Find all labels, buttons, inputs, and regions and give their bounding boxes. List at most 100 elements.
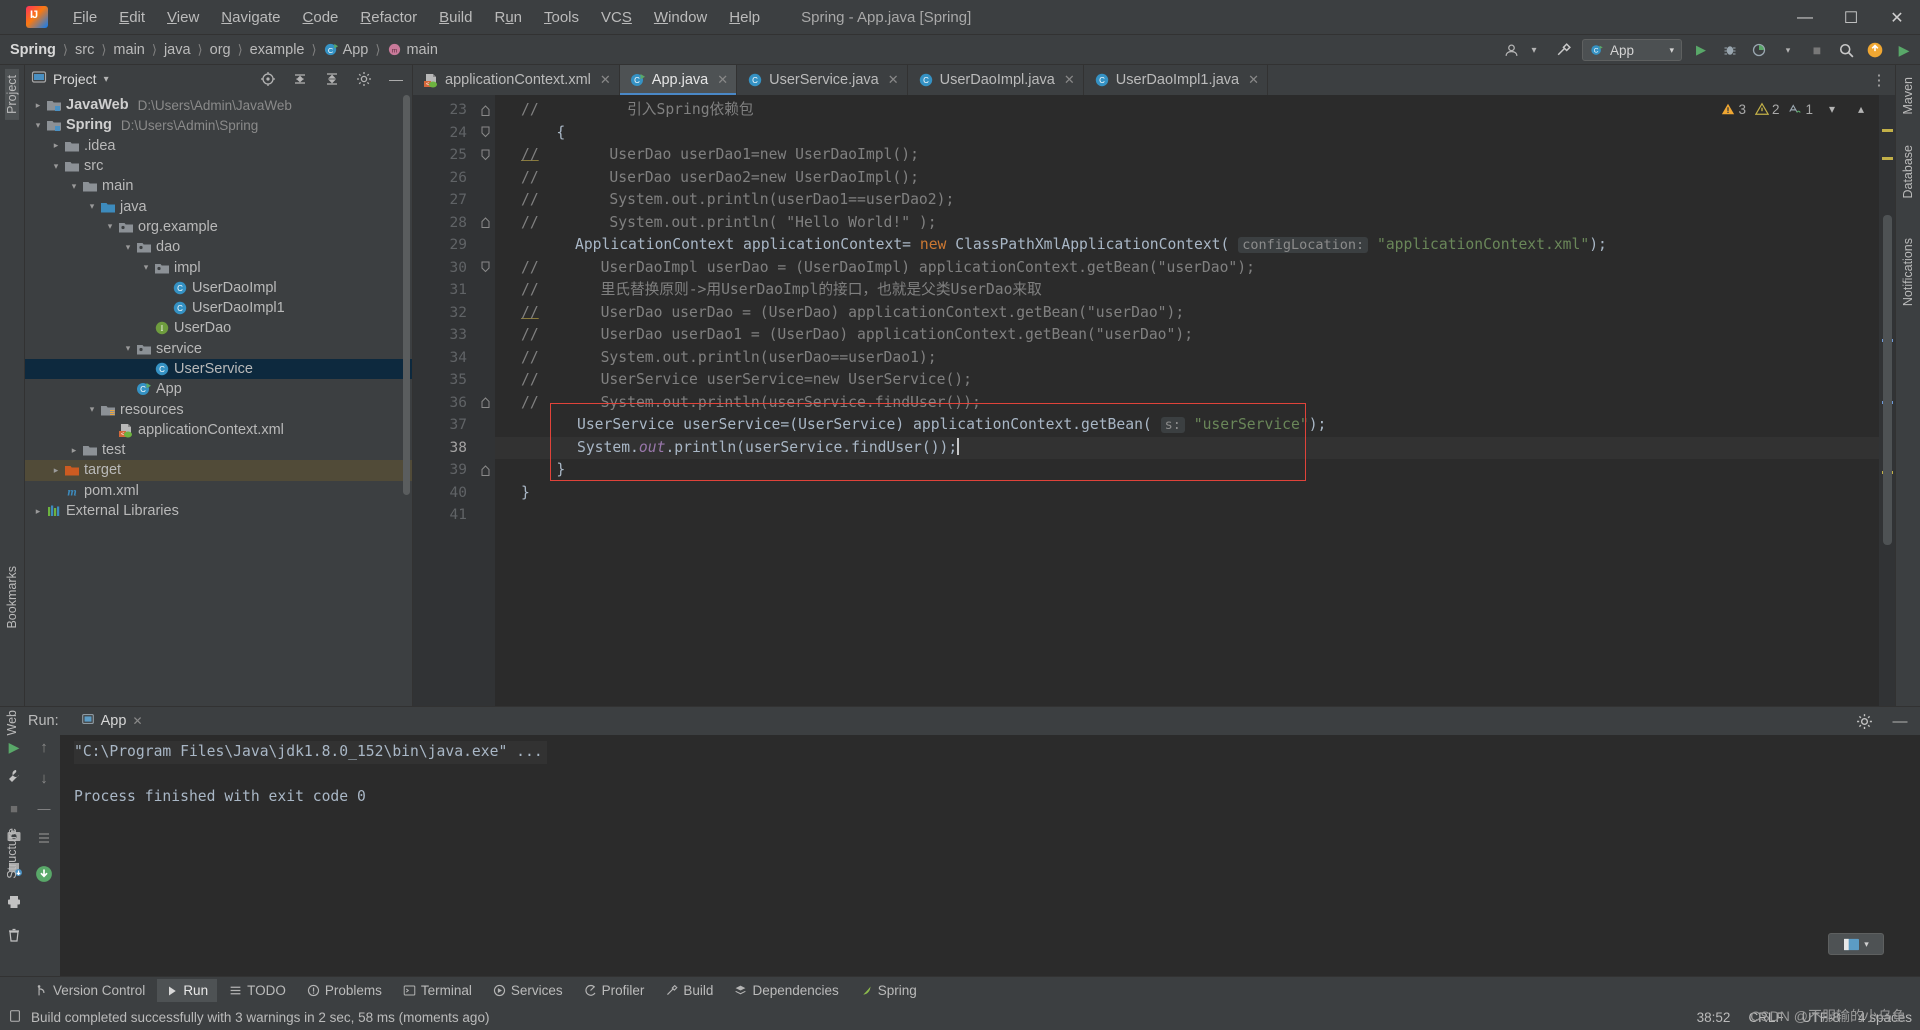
soft-wrap-icon[interactable]: —: [38, 801, 51, 816]
tree-node-resources[interactable]: ▾ resources: [25, 399, 412, 419]
more-run-options-icon[interactable]: ▾: [1778, 40, 1798, 60]
menu-window[interactable]: Window: [643, 5, 718, 30]
print-icon[interactable]: [6, 894, 22, 915]
code-line[interactable]: // UserDao userDao2=new UserDaoImpl();: [495, 167, 1895, 190]
bottom-tab-problems[interactable]: Problems: [298, 979, 391, 1002]
fold-marker-icon[interactable]: [475, 99, 495, 122]
editor-layout-button[interactable]: ▾: [1828, 933, 1884, 955]
sidebar-item-maven[interactable]: Maven: [1901, 71, 1915, 121]
code-line[interactable]: // 引入Spring依赖包: [495, 99, 1895, 122]
chevron-down-icon[interactable]: ▾: [103, 221, 117, 232]
code-line[interactable]: [495, 504, 1895, 527]
chevron-up-icon[interactable]: ▴: [1851, 99, 1871, 119]
sidebar-item-notifications[interactable]: Notifications: [1901, 232, 1915, 312]
code-line[interactable]: // UserDaoImpl userDao = (UserDaoImpl) a…: [495, 257, 1895, 280]
code-line[interactable]: // System.out.println(userService.findUs…: [495, 392, 1895, 415]
tree-node-java[interactable]: ▾ java: [25, 196, 412, 216]
settings-wrench-icon[interactable]: [6, 768, 22, 789]
trash-icon[interactable]: [6, 927, 22, 948]
fold-marker-icon[interactable]: [475, 257, 495, 280]
tree-node-service[interactable]: ▾ service: [25, 339, 412, 359]
breadcrumb-java[interactable]: java: [164, 42, 191, 58]
run-configuration-selector[interactable]: C App ▾: [1582, 39, 1682, 61]
code-line[interactable]: // UserService userService=new UserServi…: [495, 369, 1895, 392]
sidebar-item-database[interactable]: Database: [1901, 139, 1915, 205]
tree-node-impl[interactable]: ▾ impl: [25, 257, 412, 277]
chevron-down-icon[interactable]: ▾: [31, 120, 45, 131]
tree-node--idea[interactable]: ▸ .idea: [25, 136, 412, 156]
menu-view[interactable]: View: [156, 5, 210, 30]
console-output[interactable]: "C:\Program Files\Java\jdk1.8.0_152\bin\…: [60, 735, 1920, 976]
menu-tools[interactable]: Tools: [533, 5, 590, 30]
hammer-build-icon[interactable]: [1553, 40, 1573, 60]
code-line[interactable]: // System.out.println(userDao==userDao1)…: [495, 347, 1895, 370]
bottom-tab-services[interactable]: Services: [484, 979, 572, 1002]
code-line[interactable]: // UserDao userDao = (UserDao) applicati…: [495, 302, 1895, 325]
fold-marker-icon[interactable]: [475, 122, 495, 145]
expand-icon[interactable]: [36, 830, 52, 851]
chevron-down-icon[interactable]: ▾: [1524, 40, 1544, 60]
project-tree[interactable]: ▸ JavaWeb D:\Users\Admin\JavaWeb ▾ Spring D:\…: [25, 93, 412, 706]
fold-gutter[interactable]: [475, 95, 495, 706]
tree-node-src[interactable]: ▾ src: [25, 156, 412, 176]
close-tab-icon[interactable]: ✕: [717, 72, 728, 88]
fold-marker-icon[interactable]: [475, 392, 495, 415]
code-line[interactable]: // UserDao userDao1 = (UserDao) applicat…: [495, 324, 1895, 347]
editor-tab-userdaoimpl-java[interactable]: C UserDaoImpl.java ✕: [908, 65, 1084, 95]
project-tree-scrollbar[interactable]: [403, 95, 410, 495]
tree-node-pom-xml[interactable]: m pom.xml: [25, 481, 412, 501]
menu-run[interactable]: Run: [483, 5, 533, 30]
sidebar-item-bookmarks[interactable]: Bookmarks: [5, 560, 19, 635]
bottom-tab-run[interactable]: Run: [157, 979, 218, 1002]
fold-marker-icon[interactable]: [475, 144, 495, 167]
tree-node-userservice[interactable]: C UserService: [25, 358, 412, 380]
tree-node-javaweb[interactable]: ▸ JavaWeb D:\Users\Admin\JavaWeb: [25, 95, 412, 115]
code-line[interactable]: // System.out.println(userDao1==userDao2…: [495, 189, 1895, 212]
breadcrumb-app[interactable]: C App: [324, 42, 368, 58]
bottom-tab-build[interactable]: Build: [656, 979, 722, 1002]
breadcrumb-spring[interactable]: Spring: [10, 42, 56, 58]
stop-icon[interactable]: ■: [10, 801, 18, 816]
code-line[interactable]: // System.out.println( "Hello World!" );: [495, 212, 1895, 235]
search-icon[interactable]: [1836, 40, 1856, 60]
chevron-down-icon[interactable]: ▾: [139, 262, 153, 273]
updates-icon[interactable]: [1865, 40, 1885, 60]
run-coverage-icon[interactable]: [1749, 40, 1769, 60]
download-icon[interactable]: [35, 865, 53, 888]
tree-node-external-libraries[interactable]: ▸ External Libraries: [25, 501, 412, 521]
chevron-right-icon[interactable]: ▸: [49, 140, 63, 151]
weak-warning-count[interactable]: 2: [1754, 102, 1779, 117]
code-line[interactable]: }: [495, 459, 1895, 482]
breadcrumb-main[interactable]: main: [113, 42, 144, 58]
editor-tab-userservice-java[interactable]: C UserService.java ✕: [737, 65, 908, 95]
chevron-right-icon[interactable]: ▸: [31, 506, 45, 517]
chevron-down-icon[interactable]: ▾: [104, 74, 109, 85]
hide-panel-icon[interactable]: —: [386, 69, 406, 89]
code-line[interactable]: // UserDao userDao1=new UserDaoImpl();: [495, 144, 1895, 167]
chevron-down-icon[interactable]: ▾: [67, 181, 81, 192]
sidebar-item-structure[interactable]: Structure: [5, 822, 19, 885]
chevron-down-icon[interactable]: ▾: [85, 201, 99, 212]
editor-tab-userdaoimpl1-java[interactable]: C UserDaoImpl1.java ✕: [1084, 65, 1269, 95]
menu-build[interactable]: Build: [428, 5, 483, 30]
tree-node-main[interactable]: ▾ main: [25, 176, 412, 196]
close-icon[interactable]: ✕: [132, 714, 142, 728]
code-line[interactable]: }: [495, 482, 1895, 505]
close-tab-icon[interactable]: ✕: [888, 72, 899, 88]
scroll-up-icon[interactable]: ↑: [40, 739, 48, 756]
close-tab-icon[interactable]: ✕: [1064, 72, 1075, 88]
user-avatar-icon[interactable]: [1501, 40, 1521, 60]
stop-icon[interactable]: ■: [1807, 40, 1827, 60]
chevron-down-icon[interactable]: ▾: [85, 404, 99, 415]
breadcrumb-main-method[interactable]: m main: [387, 42, 438, 58]
tree-node-userdao[interactable]: I UserDao: [25, 318, 412, 338]
tree-node-applicationcontext-xml[interactable]: < applicationContext.xml: [25, 420, 412, 440]
menu-bar[interactable]: File Edit View Navigate Code Refactor Bu…: [62, 5, 771, 30]
editor-tab-app-java[interactable]: C App.java ✕: [619, 65, 738, 95]
tree-node-dao[interactable]: ▾ dao: [25, 237, 412, 257]
editor-scroll-thumb[interactable]: [1883, 215, 1892, 545]
close-button[interactable]: ✕: [1874, 0, 1920, 35]
menu-vcs[interactable]: VCS: [590, 5, 643, 30]
menu-refactor[interactable]: Refactor: [349, 5, 428, 30]
menu-navigate[interactable]: Navigate: [210, 5, 291, 30]
